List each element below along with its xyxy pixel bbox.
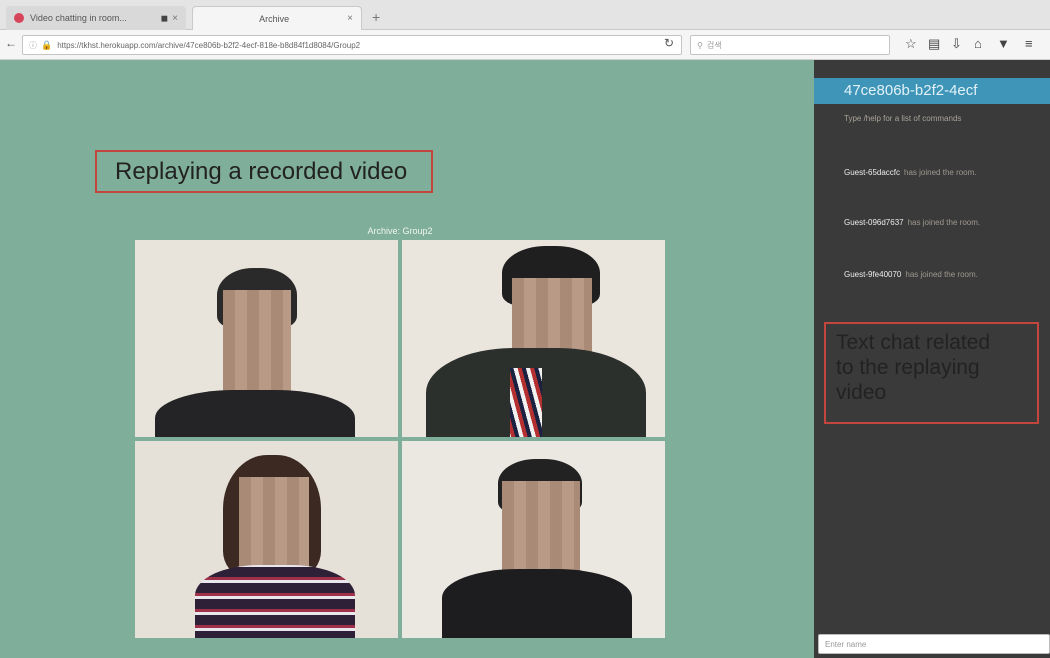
video-tile-participant-2[interactable] bbox=[402, 240, 665, 437]
chat-user: Guest-096d7637 bbox=[844, 218, 904, 227]
chat-message: Guest-9fe40070 has joined the room. bbox=[844, 270, 978, 279]
chat-action: has joined the room. bbox=[904, 168, 977, 177]
pocket-icon[interactable]: ▼ bbox=[997, 36, 1010, 51]
video-tile-participant-4[interactable] bbox=[402, 441, 665, 638]
annotation-line: video bbox=[836, 381, 887, 404]
close-tab-icon[interactable]: × bbox=[172, 13, 178, 24]
page-info-icon[interactable]: ⓘ bbox=[29, 40, 37, 51]
navigation-bar: ← ⓘ 🔒 https://tkhst.herokuapp.com/archiv… bbox=[0, 30, 1050, 60]
tab-archive[interactable]: Archive × bbox=[192, 6, 362, 256]
menu-icon[interactable]: ≡ bbox=[1025, 36, 1033, 51]
tab-title: Archive bbox=[259, 13, 290, 24]
annotation-line: Text chat related bbox=[836, 331, 991, 354]
pixelated-face bbox=[239, 477, 309, 577]
scarf bbox=[510, 368, 542, 437]
speaker-icon[interactable]: ◼ bbox=[161, 13, 168, 24]
body bbox=[442, 569, 632, 638]
pixelated-face bbox=[223, 290, 291, 398]
archive-title: Archive: Group2 bbox=[367, 226, 433, 236]
video-tile-participant-3[interactable] bbox=[135, 441, 398, 638]
site-favicon-icon bbox=[14, 13, 24, 23]
back-button[interactable]: ← bbox=[5, 36, 17, 50]
pixelated-face bbox=[502, 481, 580, 581]
search-icon: ⚲ bbox=[697, 40, 703, 50]
tab-strip: Video chatting in room... ◼ × Archive × … bbox=[0, 0, 1050, 256]
reload-icon[interactable]: ↻ bbox=[664, 36, 674, 50]
search-placeholder: 검색 bbox=[706, 40, 722, 50]
chat-help-text: Type /help for a list of commands bbox=[844, 114, 962, 123]
video-tile-participant-1[interactable] bbox=[135, 240, 398, 437]
annotation-text-chat: Text chat related to the replaying video bbox=[824, 322, 1039, 424]
reading-list-icon[interactable]: ▤ bbox=[928, 36, 940, 52]
home-icon[interactable]: ⌂ bbox=[974, 36, 982, 51]
bookmark-star-icon[interactable]: ☆ bbox=[905, 36, 917, 52]
chat-message: Guest-096d7637 has joined the room. bbox=[844, 218, 980, 227]
tab-video-chatting[interactable]: Video chatting in room... ◼ × bbox=[6, 6, 186, 30]
chat-user: Guest-65daccfc bbox=[844, 168, 901, 177]
annotation-line: to the replaying bbox=[836, 356, 980, 379]
close-tab-icon[interactable]: × bbox=[347, 13, 353, 24]
chat-action: has joined the room. bbox=[907, 218, 981, 227]
video-grid bbox=[135, 240, 665, 638]
body bbox=[155, 390, 355, 437]
url-text: https://tkhst.herokuapp.com/archive/47ce… bbox=[57, 40, 361, 50]
tab-title: Video chatting in room... bbox=[30, 13, 127, 23]
body bbox=[195, 565, 355, 638]
chat-action: has joined the room. bbox=[905, 270, 978, 279]
chat-user: Guest-9fe40070 bbox=[844, 270, 902, 279]
download-icon[interactable]: ⇩ bbox=[951, 36, 962, 52]
chat-room-id: 47ce806b-b2f2-4ecf bbox=[814, 78, 1050, 104]
lock-icon: 🔒 bbox=[41, 39, 53, 50]
annotation-replaying-video: Replaying a recorded video bbox=[95, 150, 433, 193]
chat-message: Guest-65daccfc has joined the room. bbox=[844, 168, 977, 177]
new-tab-button[interactable]: + bbox=[372, 9, 380, 25]
search-input[interactable]: ⚲ 검색 bbox=[690, 35, 890, 55]
address-bar[interactable]: ⓘ 🔒 https://tkhst.herokuapp.com/archive/… bbox=[22, 35, 682, 55]
chat-input[interactable]: Enter name bbox=[818, 634, 1050, 654]
